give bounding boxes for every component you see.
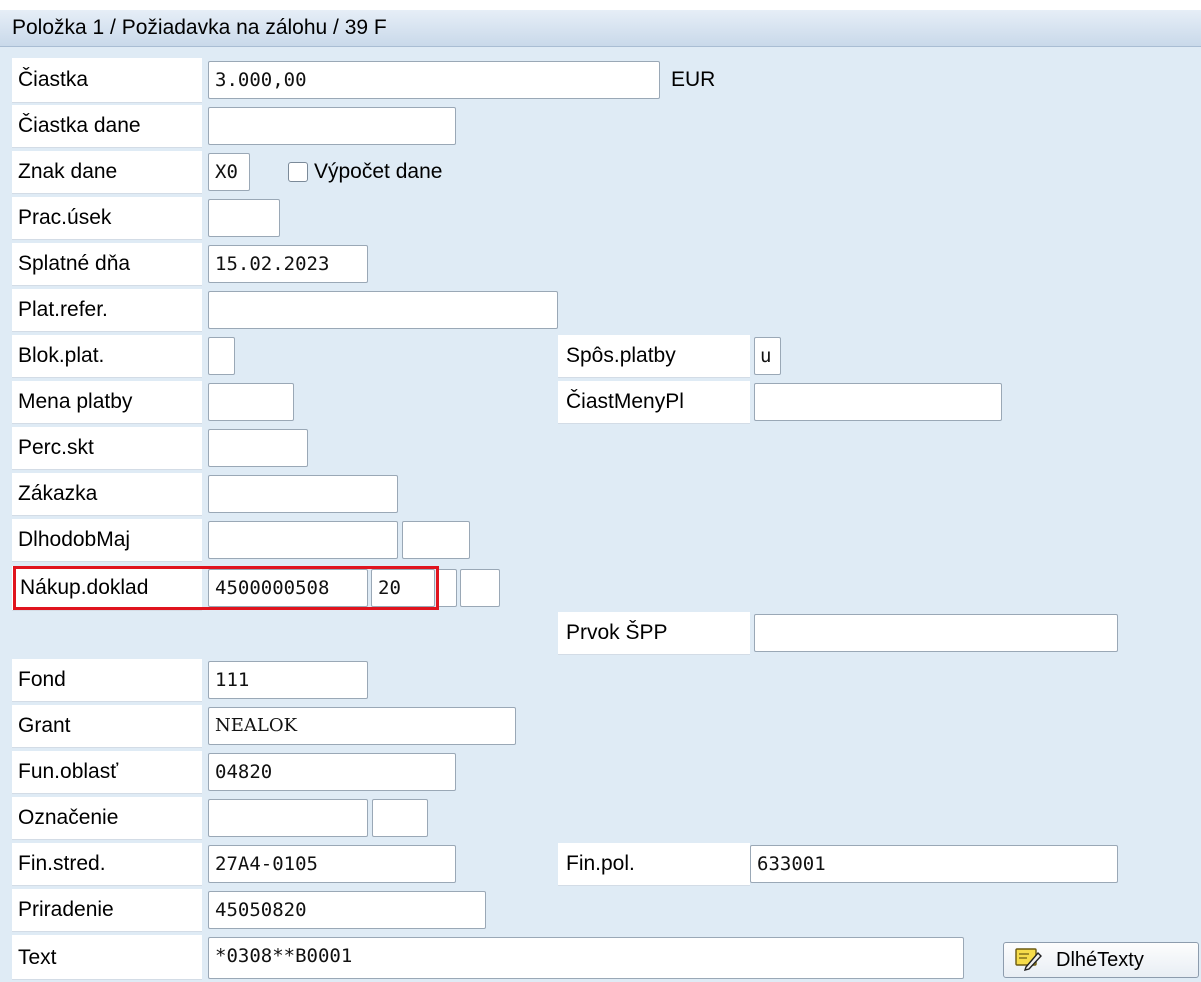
dlhe-texty-label: DlhéTexty (1056, 949, 1144, 971)
zakazka-field[interactable] (208, 475, 398, 513)
prac-usek-field[interactable] (208, 199, 280, 237)
oznacenie-field[interactable] (208, 799, 368, 837)
fin-pol-field[interactable]: 633001 (750, 845, 1118, 883)
label-ciastka: Čiastka (18, 68, 89, 91)
splatne-dna-field[interactable]: 15.02.2023 (208, 245, 368, 283)
nakup-doklad-extra-field-2[interactable] (460, 569, 500, 607)
vypocet-dane-checkbox[interactable] (288, 162, 308, 182)
grant-field[interactable]: NEALOK (208, 707, 516, 745)
ciastka-dane-field[interactable] (208, 107, 456, 145)
fin-stred-field[interactable]: 27A4-0105 (208, 845, 456, 883)
spos-platby-field[interactable]: u (754, 337, 781, 375)
label-dlhodob-maj: DlhodobMaj (18, 528, 131, 551)
pencil-note-icon (1014, 947, 1042, 971)
vypocet-dane-label: Výpočet dane (314, 160, 443, 183)
znak-dane-field[interactable]: X0 (208, 153, 250, 191)
fond-field[interactable]: 111 (208, 661, 368, 699)
label-priradenie: Priradenie (18, 898, 114, 921)
label-spos-platby: Spôs.platby (566, 344, 676, 367)
fun-oblast-field[interactable]: 04820 (208, 753, 456, 791)
blok-plat-field[interactable] (208, 337, 235, 375)
plat-refer-field[interactable] (208, 291, 558, 329)
label-splatne-dna: Splatné dňa (18, 252, 131, 275)
highlight-frame (13, 566, 439, 610)
label-oznacenie: Označenie (18, 806, 119, 829)
label-blok-plat: Blok.plat. (18, 344, 105, 367)
label-ciastka-dane: Čiastka dane (18, 114, 141, 137)
label-prac-usek: Prac.úsek (18, 206, 112, 229)
label-plat-refer: Plat.refer. (18, 298, 108, 321)
dlhodob-maj-field[interactable] (208, 521, 398, 559)
prvok-spp-field[interactable] (754, 614, 1118, 652)
label-fond: Fond (18, 668, 66, 691)
top-separator (0, 0, 1201, 10)
oznacenie-sub-field[interactable] (372, 799, 428, 837)
mena-platby-field[interactable] (208, 383, 294, 421)
section-title: Položka 1 / Požiadavka na zálohu / 39 F (12, 16, 387, 39)
text-field[interactable]: *0308**B0001 (208, 937, 964, 979)
ciast-meny-pl-field[interactable] (754, 383, 1002, 421)
ciastka-field[interactable]: 3.000,00 (208, 61, 660, 99)
label-fun-oblast: Fun.oblasť (18, 760, 119, 783)
section-header: Položka 1 / Požiadavka na zálohu / 39 F (0, 10, 1201, 47)
label-perc-skt: Perc.skt (18, 436, 94, 459)
currency-label: EUR (671, 68, 716, 91)
label-prvok-spp: Prvok ŠPP (566, 621, 668, 644)
dlhodob-maj-sub-field[interactable] (402, 521, 470, 559)
label-text: Text (18, 946, 57, 969)
priradenie-field[interactable]: 45050820 (208, 891, 486, 929)
label-fin-pol: Fin.pol. (566, 852, 635, 875)
label-mena-platby: Mena platby (18, 390, 133, 413)
label-fin-stred: Fin.stred. (18, 852, 106, 875)
perc-skt-field[interactable] (208, 429, 308, 467)
label-ciast-meny-pl: ČiastMenyPl (566, 390, 684, 413)
label-znak-dane: Znak dane (18, 160, 118, 183)
dlhe-texty-button[interactable]: DlhéTexty (1003, 942, 1199, 978)
nakup-doklad-extra-field[interactable] (437, 569, 457, 607)
label-zakazka: Zákazka (18, 482, 98, 505)
label-grant: Grant (18, 714, 71, 737)
